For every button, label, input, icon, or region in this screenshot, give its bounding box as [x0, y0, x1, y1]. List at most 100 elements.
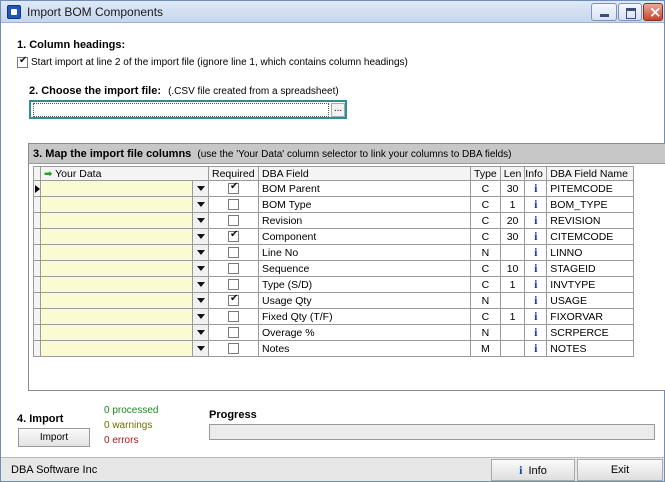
dba-field-name-cell: SCRPERCE [546, 324, 635, 341]
your-data-cell[interactable] [40, 196, 193, 213]
start-line2-checkbox[interactable] [17, 55, 28, 68]
info-button[interactable]: i Info [491, 459, 575, 481]
info-icon[interactable]: i [534, 181, 537, 195]
your-data-dropdown[interactable] [192, 196, 209, 213]
required-checkbox[interactable] [228, 279, 239, 291]
len-cell [499, 324, 526, 341]
required-checkbox[interactable] [228, 327, 239, 339]
dba-field-cell: Overage % [258, 324, 471, 341]
info-cell: i [524, 324, 548, 341]
your-data-cell[interactable] [40, 228, 193, 245]
required-checkbox[interactable] [228, 229, 239, 243]
required-checkbox[interactable] [228, 181, 239, 195]
section2-heading: 2. Choose the import file: (.CSV file cr… [29, 85, 339, 97]
your-data-cell[interactable] [40, 292, 193, 309]
your-data-dropdown[interactable] [192, 292, 209, 309]
maximize-button[interactable] [618, 3, 642, 21]
dba-field-cell: BOM Parent [258, 180, 471, 197]
row-indicator[interactable] [33, 180, 41, 197]
info-icon[interactable]: i [534, 309, 537, 323]
row-indicator[interactable] [33, 212, 41, 229]
info-icon[interactable]: i [534, 229, 537, 243]
dba-field-name-header: DBA Field Name [546, 166, 635, 181]
row-indicator[interactable] [33, 244, 41, 261]
row-indicator[interactable] [33, 292, 41, 309]
browse-button[interactable]: ... [331, 103, 345, 117]
your-data-header: ➡ Your Data [40, 166, 209, 181]
your-data-dropdown[interactable] [192, 228, 209, 245]
import-file-input[interactable] [33, 103, 329, 117]
required-header: Required [208, 166, 259, 181]
your-data-dropdown[interactable] [192, 324, 209, 341]
info-icon[interactable]: i [534, 213, 537, 227]
title-bar: Import BOM Components [1, 1, 664, 23]
your-data-cell[interactable] [40, 308, 193, 325]
type-header: Type [470, 166, 501, 181]
row-indicator[interactable] [33, 324, 41, 341]
your-data-cell[interactable] [40, 212, 193, 229]
chevron-down-icon [196, 266, 205, 272]
map-columns-panel: 3. Map the import file columns (use the … [28, 143, 665, 391]
required-checkbox[interactable] [228, 343, 239, 355]
info-icon[interactable]: i [534, 245, 537, 259]
required-cell [208, 244, 259, 261]
row-indicator[interactable] [33, 276, 41, 293]
minimize-button[interactable] [591, 3, 617, 21]
len-cell: 20 [499, 212, 526, 229]
exit-button[interactable]: Exit [577, 459, 663, 481]
your-data-dropdown[interactable] [192, 276, 209, 293]
row-indicator[interactable] [33, 308, 41, 325]
your-data-header-label: Your Data [55, 167, 102, 180]
row-indicator[interactable] [33, 340, 41, 357]
len-header: Len [499, 166, 526, 181]
required-cell [208, 180, 259, 197]
arrow-right-icon: ➡ [44, 168, 53, 180]
your-data-cell[interactable] [40, 180, 193, 197]
dba-field-cell: Sequence [258, 260, 471, 277]
table-row: Overage % Ni SCRPERCE [33, 324, 635, 341]
required-checkbox[interactable] [228, 293, 239, 307]
your-data-cell[interactable] [40, 340, 193, 357]
your-data-cell[interactable] [40, 244, 193, 261]
required-checkbox[interactable] [228, 263, 239, 275]
info-icon[interactable]: i [534, 197, 537, 211]
import-file-field: ... [29, 100, 347, 119]
table-row: BOM Type C 1 i BOM_TYPE [33, 196, 635, 213]
your-data-cell[interactable] [40, 324, 193, 341]
import-button[interactable]: Import [18, 428, 90, 447]
type-cell: M [470, 340, 501, 357]
required-checkbox[interactable] [228, 215, 239, 227]
your-data-dropdown[interactable] [192, 212, 209, 229]
required-checkbox[interactable] [228, 199, 239, 211]
your-data-cell[interactable] [40, 276, 193, 293]
close-button[interactable] [643, 3, 663, 21]
type-cell: C [470, 260, 501, 277]
required-checkbox[interactable] [228, 247, 239, 259]
table-row: Line No Ni LINNO [33, 244, 635, 261]
info-icon[interactable]: i [534, 341, 537, 355]
dba-field-header: DBA Field [258, 166, 471, 181]
row-indicator[interactable] [33, 260, 41, 277]
required-cell [208, 276, 259, 293]
your-data-cell[interactable] [40, 260, 193, 277]
info-icon[interactable]: i [534, 277, 537, 291]
your-data-dropdown[interactable] [192, 180, 209, 197]
type-cell: C [470, 276, 501, 293]
warnings-count: 0 warnings [104, 420, 153, 431]
row-indicator[interactable] [33, 196, 41, 213]
table-row: Notes Mi NOTES [33, 340, 635, 357]
section2-note: (.CSV file created from a spreadsheet) [168, 86, 339, 97]
grid-header-row: ➡ Your Data Required DBA Field Type Len … [33, 166, 635, 181]
required-checkbox[interactable] [228, 311, 239, 323]
your-data-dropdown[interactable] [192, 244, 209, 261]
info-icon[interactable]: i [534, 261, 537, 275]
info-icon[interactable]: i [534, 293, 537, 307]
row-indicator[interactable] [33, 228, 41, 245]
your-data-dropdown[interactable] [192, 340, 209, 357]
your-data-dropdown[interactable] [192, 260, 209, 277]
info-cell: i [524, 308, 548, 325]
info-icon[interactable]: i [534, 325, 537, 339]
required-cell [208, 324, 259, 341]
your-data-dropdown[interactable] [192, 308, 209, 325]
type-cell: C [470, 180, 501, 197]
